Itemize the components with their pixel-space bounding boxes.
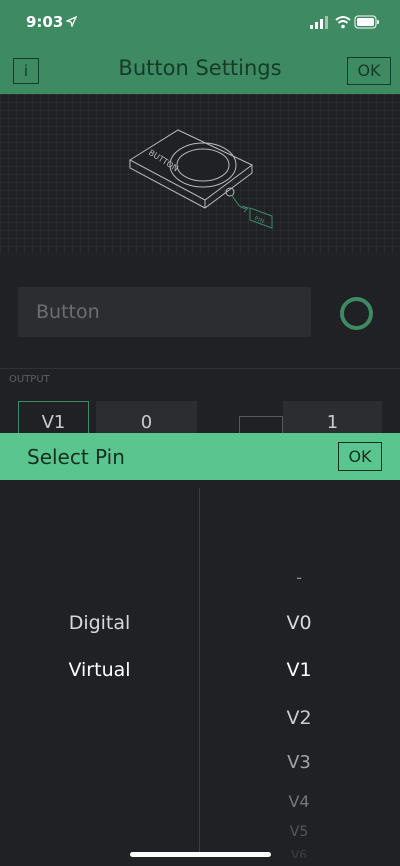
button-widget-illustration-icon: BUTTON PIN — [129, 129, 273, 229]
page-title: Button Settings — [118, 56, 282, 80]
picker-pin-v2[interactable]: V2 — [199, 707, 399, 729]
signal-icon — [310, 16, 328, 29]
picker-pin-v3[interactable]: V3 — [199, 752, 399, 773]
picker-mode-digital[interactable]: Digital — [0, 612, 199, 634]
output-label: OUTPUT — [9, 374, 50, 385]
status-icons — [310, 15, 379, 29]
picker-pin-v5[interactable]: V5 — [199, 824, 399, 840]
picker-mode-virtual[interactable]: Virtual — [0, 659, 199, 681]
home-indicator — [130, 852, 271, 857]
select-pin-ok-button[interactable]: OK — [338, 442, 382, 471]
wifi-icon — [335, 16, 351, 29]
max-value-text: 1 — [326, 412, 339, 433]
location-arrow-icon — [66, 16, 77, 27]
picker-pin-v0[interactable]: V0 — [199, 612, 399, 634]
picker-pin-v1[interactable]: V1 — [199, 659, 399, 681]
illustration-pin-label: PIN — [253, 215, 265, 225]
pin-selector-value: V1 — [41, 412, 66, 433]
ok-button[interactable]: OK — [347, 57, 391, 85]
status-time: 9:03 — [26, 13, 64, 31]
picker-pin-v4[interactable]: V4 — [199, 792, 399, 811]
widget-name-text: Button — [36, 301, 100, 323]
picker-pin-none[interactable]: - — [199, 568, 399, 587]
divider — [0, 368, 400, 369]
select-pin-title: Select Pin — [27, 445, 125, 469]
min-value-text: 0 — [140, 412, 153, 433]
battery-icon — [354, 15, 379, 29]
color-picker-button[interactable] — [340, 297, 373, 330]
